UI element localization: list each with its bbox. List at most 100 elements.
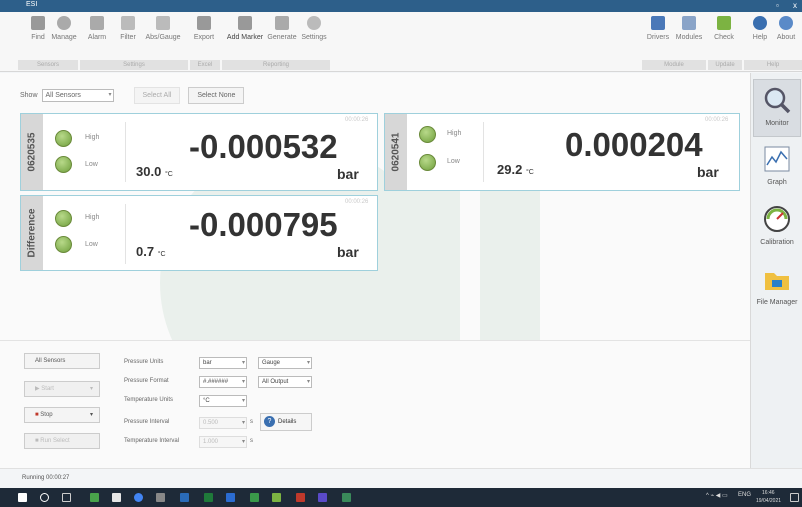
app-icon[interactable] [90,493,99,502]
pressure-value: -0.000532 [189,128,338,165]
windows-start-icon[interactable] [18,493,27,502]
stop-button[interactable]: ■ Stop ▾ [24,407,100,423]
taskbar: ^ ⌁ ◀ ▭ ENG 16:46 19/04/2021 [0,488,802,507]
add-marker-button[interactable]: Add Marker [224,16,266,41]
pressure-interval-input[interactable]: 0.500 ▾ [199,417,247,429]
calibration-button[interactable]: Calibration [753,199,801,257]
check-button[interactable]: Check [706,16,742,41]
pressure-units-select[interactable]: bar ▾ [199,357,247,369]
output-select[interactable]: All Output ▾ [258,376,312,388]
app-icon[interactable] [180,493,189,502]
select-none-button[interactable]: Select None [188,87,245,104]
task-view-icon[interactable] [62,493,71,502]
pdf-icon[interactable] [296,493,305,502]
ribbon-group-help: Help [744,60,802,70]
export-button[interactable]: Export [186,16,222,41]
file-manager-button[interactable]: File Manager [753,259,801,317]
control-panel: All Sensors ▶ Start ▾ ■ Stop ▾ ■ Run Selec… [0,340,750,452]
search-icon[interactable] [40,493,49,502]
pressure-interval-unit: s [250,419,253,425]
show-select[interactable]: All Sensors ▾ [41,89,114,102]
low-label: Low [447,158,460,165]
chevron-down-icon: ▾ [89,412,93,418]
chevron-down-icon: ▾ [241,379,245,385]
pressure-interval-label: Pressure Interval [124,419,170,425]
chevron-down-icon: ▾ [241,398,245,404]
clock-time[interactable]: 16:46 [762,490,775,496]
ribbon-group-reporting: Reporting [222,60,330,70]
pressure-unit: bar [337,166,359,182]
status-bar: Running 00:00:27 [0,468,802,488]
gauge-icon [764,206,790,232]
abs-gauge-button[interactable]: Abs/Gauge [141,16,185,41]
pressure-format-label: Pressure Format [124,378,169,384]
low-label: Low [85,161,98,168]
chevron-down-icon: ▾ [108,92,112,98]
temperature-value: 0.7 °C [136,244,166,259]
help-icon: ? [264,416,275,427]
alarm-icon [90,16,104,30]
high-alarm-led [419,126,436,143]
high-alarm-led [55,130,72,147]
elapsed-timer: 00:00:26 [345,199,369,205]
about-icon [779,16,793,30]
magnifier-icon [764,87,791,114]
status-text: Running 00:00:27 [22,475,70,481]
start-button[interactable]: ▶ Start ▾ [24,381,100,397]
show-label: Show [20,92,38,99]
ribbon: Find Manage Alarm Filter Abs/Gauge Expor… [0,12,802,72]
maximize-button[interactable]: ▫ [776,0,779,12]
pressure-units-label: Pressure Units [124,359,164,365]
temperature-interval-unit: s [250,438,253,444]
graph-button[interactable]: Graph [753,139,801,197]
esi-app-icon[interactable] [342,493,351,502]
all-sensors-button[interactable]: All Sensors [24,353,100,369]
tray-icons[interactable]: ^ ⌁ ◀ ▭ [706,492,728,499]
ribbon-group-settings: Settings [80,60,188,70]
language-indicator[interactable]: ENG [738,492,751,498]
clock-date[interactable]: 19/04/2021 [756,498,781,504]
excel-icon[interactable] [204,493,213,502]
app-icon[interactable] [156,493,165,502]
temperature-value: 29.2 °C [497,162,534,177]
about-button[interactable]: About [770,16,802,41]
temperature-units-label: Temperature Units [124,397,174,403]
ribbon-group-excel: Excel [190,60,220,70]
details-button[interactable]: ? Details [260,413,312,431]
divider [483,122,484,182]
high-label: High [85,214,100,221]
pressure-type-select[interactable]: Gauge ▾ [258,357,312,369]
title-bar: ESI ▫ x [0,0,802,12]
chevron-down-icon: ▾ [306,360,310,366]
app-icon[interactable] [272,493,281,502]
temperature-interval-input[interactable]: 1.000 ▾ [199,436,247,448]
sensor-card-0620535[interactable]: 0620535 High Low 00:00:26 -0.000532 30.0… [20,113,378,191]
modules-button[interactable]: Modules [671,16,707,41]
settings-icon [307,16,321,30]
app-icon[interactable] [250,493,259,502]
generate-button[interactable]: Generate [264,16,300,41]
sensor-card-0620541[interactable]: 0620541 High Low 00:00:26 0.000204 29.2 … [384,113,740,191]
modules-icon [682,16,696,30]
settings-button[interactable]: Settings [296,16,332,41]
app-icon[interactable] [318,493,327,502]
sensor-card-difference[interactable]: Difference High Low 00:00:26 -0.000795 0… [20,195,378,271]
marker-icon [238,16,252,30]
notification-icon[interactable] [790,493,799,502]
monitor-button[interactable]: Monitor [753,79,801,137]
chevron-down-icon: ▾ [89,386,93,392]
graph-icon [764,146,790,172]
manage-button[interactable]: Manage [46,16,82,41]
folder-icon [765,273,789,290]
close-button[interactable]: x [793,0,797,12]
word-icon[interactable] [226,493,235,502]
chrome-icon[interactable] [134,493,143,502]
temperature-units-select[interactable]: °C ▾ [199,395,247,407]
high-alarm-led [55,210,72,227]
run-select-button[interactable]: ■ Run Select [24,433,100,449]
select-all-button[interactable]: Select All [133,87,181,104]
pressure-value: -0.000795 [189,206,338,243]
pressure-format-select[interactable]: #.###### ▾ [199,376,247,388]
chevron-down-icon: ▾ [306,379,310,385]
app-icon[interactable] [112,493,121,502]
